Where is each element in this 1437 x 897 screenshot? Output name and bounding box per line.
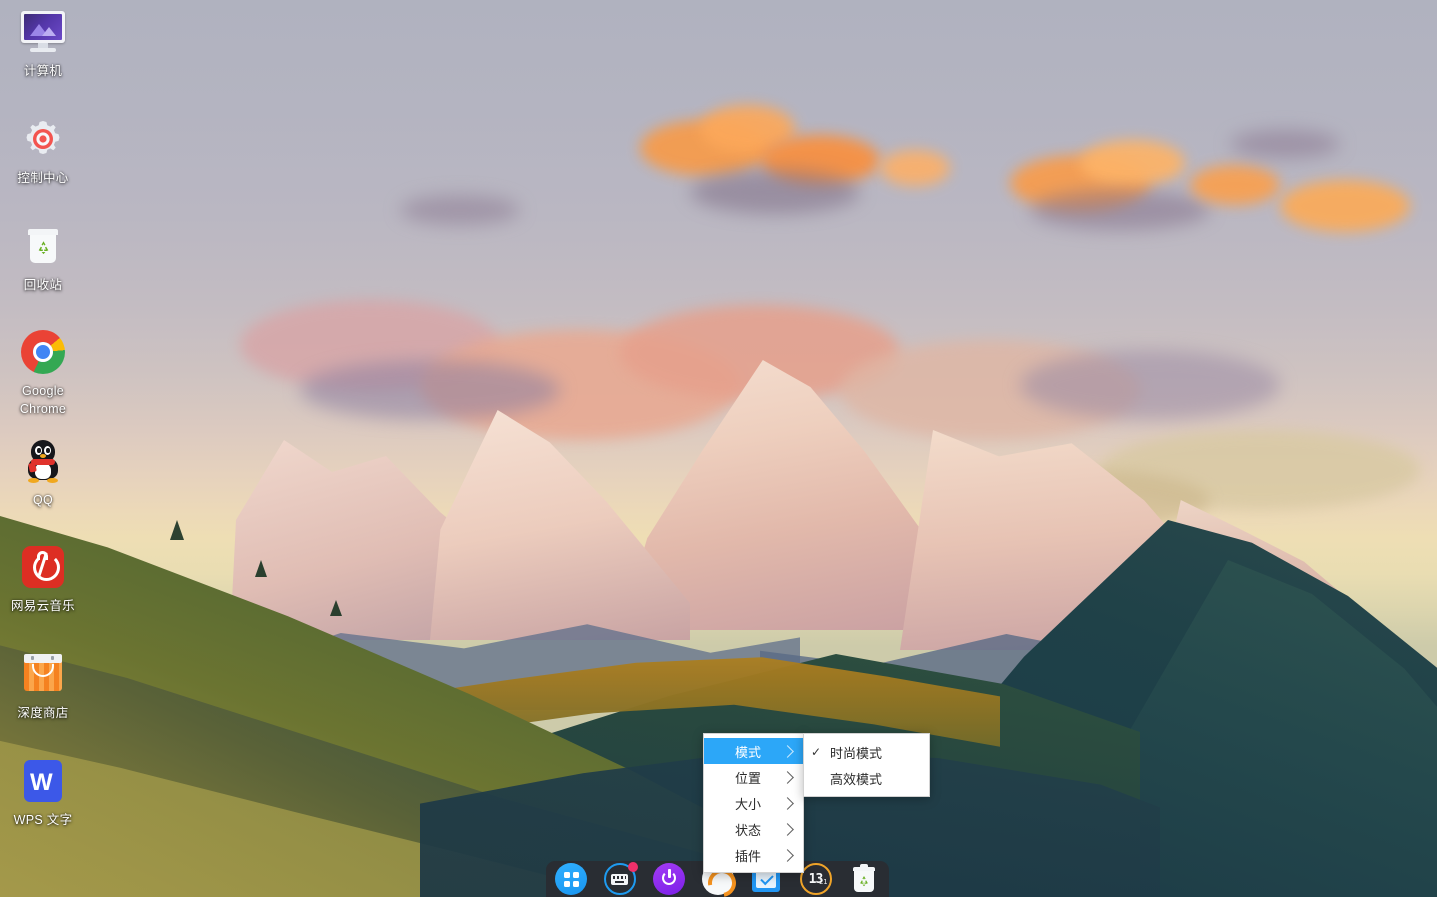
submenu-item-label: 高效模式 [830,771,883,787]
computer-monitor-icon [19,8,67,56]
keyboard-icon [603,862,638,895]
calendar-icon: 13 21 [799,863,832,895]
desktop-icon-label: 网易云音乐 [10,599,75,613]
context-menu-item-position[interactable]: 位置 [704,764,803,790]
check-icon: ✓ [810,745,822,759]
desktop-icon-wps-writer[interactable]: W WPS 文字 [0,757,86,829]
desktop-icon-label: 回收站 [23,278,63,292]
dock-item-trash[interactable] [849,863,881,895]
desktop-icon-qq[interactable]: QQ [0,437,86,509]
trash-icon [19,222,67,270]
desktop-icon-label: WPS 文字 [13,813,73,827]
context-menu-item-label: 大小 [734,796,761,812]
desktop-icon-label: 控制中心 [17,171,69,185]
desktop[interactable]: 计算机 控制中心 回收站 Google Chrome QQ 网易云音乐 深度商店… [0,0,1437,897]
wps-writer-icon: W [19,757,67,805]
notification-badge [627,862,638,872]
trash-icon [849,863,879,895]
dock-mode-submenu[interactable]: ✓ 时尚模式 高效模式 [803,733,930,797]
qq-penguin-icon [19,437,67,485]
context-menu-item-status[interactable]: 状态 [704,816,803,842]
dock-item-launcher[interactable] [554,863,587,895]
shopping-bag-icon [19,650,67,698]
power-icon [652,863,685,895]
context-menu-item-plugins[interactable]: 插件 [704,842,803,868]
chrome-icon [19,328,67,376]
chevron-right-icon [781,770,794,784]
chevron-right-icon [781,848,794,862]
desktop-icon-netease-music[interactable]: 网易云音乐 [0,543,86,615]
context-menu-item-label: 模式 [734,744,761,760]
desktop-icon-deepin-store[interactable]: 深度商店 [0,650,86,722]
netease-music-icon [19,543,67,591]
desktop-icon-computer[interactable]: 计算机 [0,8,86,80]
submenu-item-label: 时尚模式 [830,745,883,761]
gear-icon [19,115,67,163]
desktop-icon-control-center[interactable]: 控制中心 [0,115,86,187]
desktop-icon-label: 计算机 [23,64,63,78]
dock-item-input-method[interactable] [603,862,638,895]
dock-item-shutdown[interactable] [652,863,685,895]
chevron-right-icon [781,822,794,836]
context-menu-item-label: 状态 [734,822,761,838]
context-menu-item-mode[interactable]: 模式 [704,738,803,764]
desktop-icon-label: QQ [32,493,54,507]
submenu-item-efficient-mode[interactable]: 高效模式 [804,765,929,791]
desktop-icon-label: Google Chrome [19,384,67,416]
submenu-item-fashion-mode[interactable]: ✓ 时尚模式 [804,739,929,765]
context-menu-item-label: 插件 [734,848,761,864]
chevron-right-icon [781,744,794,758]
context-menu-item-label: 位置 [734,770,761,786]
desktop-icon-google-chrome[interactable]: Google Chrome [0,328,86,418]
context-menu-item-size[interactable]: 大小 [704,790,803,816]
dock-context-menu[interactable]: 模式 位置 大小 状态 插件 [703,733,804,873]
chevron-right-icon [781,796,794,810]
desktop-icon-trash[interactable]: 回收站 [0,222,86,294]
launcher-grid-icon [554,863,587,895]
desktop-icon-label: 深度商店 [17,706,69,720]
calendar-sub: 21 [819,878,828,886]
dock-item-calendar[interactable]: 13 21 [799,863,832,895]
